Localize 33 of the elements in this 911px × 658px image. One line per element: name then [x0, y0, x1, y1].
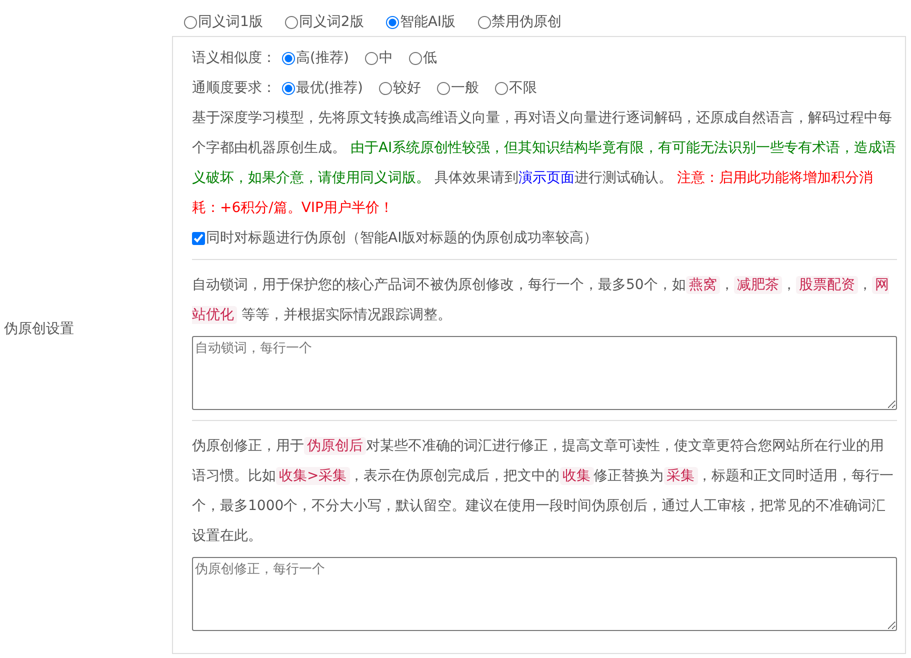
option-label[interactable]: 最优(推荐)	[296, 79, 363, 97]
radio-button[interactable]	[494, 82, 508, 94]
radio-button[interactable]	[378, 82, 392, 94]
section-label: 伪原创设置	[4, 321, 74, 337]
ai-description: 基于深度学习模型，先将原文转换成高维语义向量，再对语义向量进行逐词解码，还原成自然语言，解码过程中每个字都由机器原创生成。 由于AI系统原创性较强，但其知识结构毕竟有限，有可能无法识别一些专有术语，造成语义破坏，如果介意，请使用同义词版。 具体效果请到演示页面进行测试确认。 注意：启用此功能将增加积分消耗：+6积分/篇。VIP用户半价！	[192, 109, 897, 218]
radio-button[interactable]	[282, 82, 295, 94]
option-label[interactable]: 一般	[450, 79, 479, 97]
radio-button[interactable]	[436, 82, 450, 94]
radio-button[interactable]	[284, 16, 298, 28]
option-group-label: 通顺度要求：	[192, 79, 276, 97]
checkbox[interactable]	[192, 232, 205, 244]
radio-button[interactable]	[478, 16, 491, 28]
option-label[interactable]: 低	[422, 49, 437, 67]
option-label[interactable]: 不限	[508, 79, 537, 97]
lock-words-field[interactable]: 自动锁词，每行一个	[192, 336, 897, 410]
radio-button[interactable]	[386, 16, 399, 28]
option-label[interactable]: 较好	[392, 79, 421, 97]
radio-button[interactable]	[282, 52, 295, 64]
correction-field[interactable]: 伪原创修正，每行一个	[192, 557, 897, 631]
option-label[interactable]: 同义词1版	[198, 13, 263, 31]
option-label[interactable]: 智能AI版	[400, 13, 456, 31]
correction-description: 伪原创修正，用于 伪原创后 对某些不准确的词汇进行修正，提高文章可读性，使文章更符合您网站所在行业的用语习惯。比如 收集>采集 ，表示在伪原创完成后，把文中的 收集 修正替换为 采集 ，标题和正文同时适用，每行一个，最多1000个，不分大小写，默认留空。建议在使用一段时间伪原创后，通过人工审核，把常见的不准确词汇设置在此。	[192, 436, 895, 546]
demo-link[interactable]: 演示页面	[518, 170, 574, 186]
option-label[interactable]: 中	[378, 49, 393, 67]
option-label[interactable]: 同义词2版	[298, 13, 364, 31]
option-label[interactable]: 高(推荐)	[296, 49, 349, 67]
option-group-label: 语义相似度：	[192, 49, 276, 67]
checkbox-label[interactable]: 同时对标题进行伪原创（智能AI版对标题的伪原创成功率较高）	[206, 229, 598, 247]
option-label[interactable]: 禁用伪原创	[492, 13, 562, 31]
radio-button[interactable]	[364, 52, 378, 64]
lock-description: 自动锁词，用于保护您的核心产品词不被伪原创修改，每行一个，最多50个，如 燕窝 ， 减肥茶 ， 股票配资 ， 网站优化 等等，并根据实际情况跟踪调整。	[192, 275, 890, 326]
radio-button[interactable]	[184, 16, 197, 28]
radio-button[interactable]	[408, 52, 422, 64]
